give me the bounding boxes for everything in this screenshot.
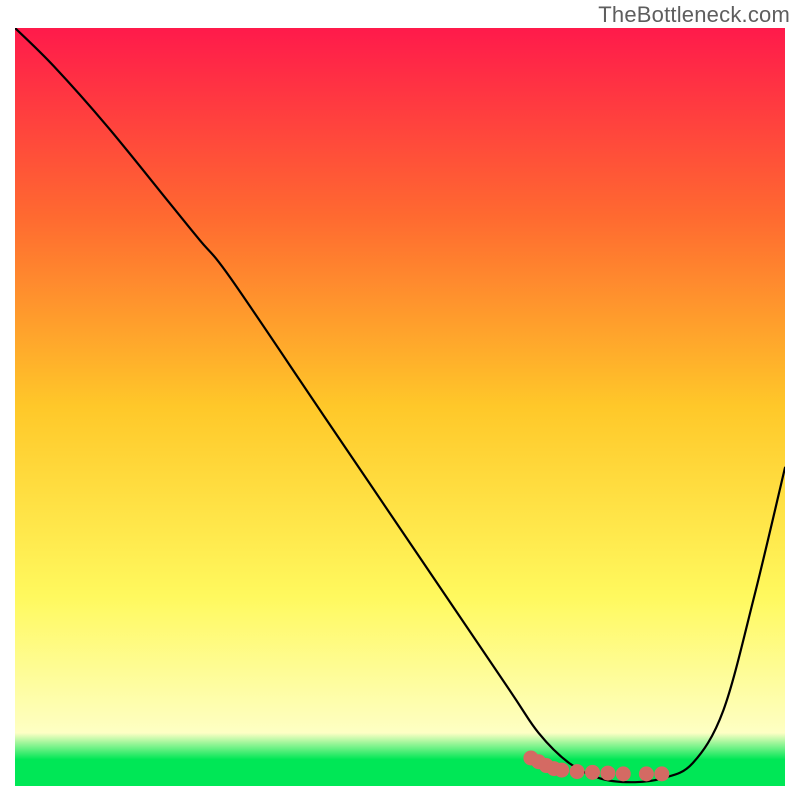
highlight-dot <box>600 766 615 781</box>
highlight-dot <box>554 763 569 778</box>
highlight-dot <box>616 766 631 781</box>
watermark-text: TheBottleneck.com <box>598 2 790 28</box>
highlight-dot <box>639 766 654 781</box>
highlight-dot <box>570 764 585 779</box>
highlight-dot <box>585 765 600 780</box>
chart-background <box>15 28 785 786</box>
highlight-dot <box>654 766 669 781</box>
chart-canvas <box>15 28 785 786</box>
